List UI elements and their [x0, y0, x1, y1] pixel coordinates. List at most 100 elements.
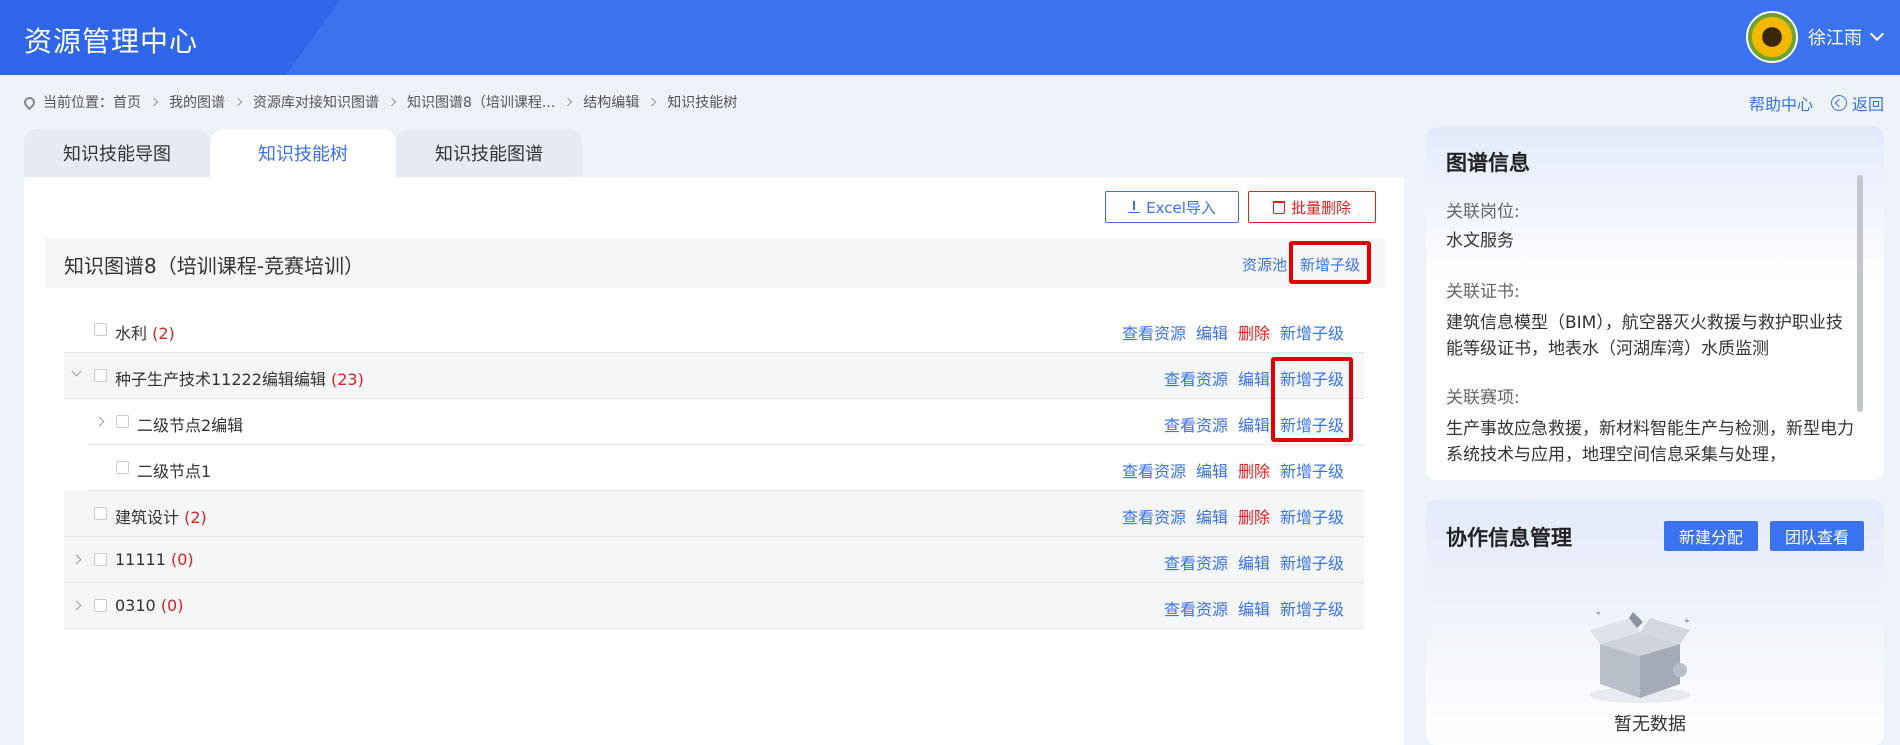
row-checkbox[interactable]	[94, 507, 107, 520]
tree-row[interactable]: 0310 (0) 查看资源 编辑 新增子级	[64, 583, 1364, 629]
tab-skill-graph[interactable]: 知识技能图谱	[396, 129, 582, 177]
app-header: 资源管理中心 徐江雨	[0, 0, 1900, 75]
resource-pool-link[interactable]: 资源池	[1242, 254, 1287, 275]
row-checkbox[interactable]	[94, 553, 107, 566]
back-label[interactable]: 返回	[1852, 91, 1884, 115]
view-resources-link[interactable]: 查看资源	[1122, 458, 1186, 482]
edit-link[interactable]: 编辑	[1238, 596, 1270, 620]
chevron-down-icon[interactable]	[1869, 26, 1885, 42]
tab-skill-map[interactable]: 知识技能导图	[24, 129, 210, 177]
node-label: 种子生产技术11222编辑编辑 (23)	[115, 370, 364, 389]
edit-link[interactable]: 编辑	[1196, 320, 1228, 344]
row-checkbox[interactable]	[94, 369, 107, 382]
cert-label: 关联证书:	[1446, 282, 1520, 302]
back-icon[interactable]	[1830, 95, 1847, 111]
help-center-link[interactable]: 帮助中心	[1749, 91, 1813, 115]
delete-link[interactable]: 删除	[1238, 320, 1270, 344]
tree-row[interactable]: 二级节点2编辑 查看资源 编辑 新增子级	[88, 399, 1364, 445]
user-name[interactable]: 徐江雨	[1808, 24, 1862, 50]
chevron-right-icon	[233, 97, 243, 107]
node-label: 水利 (2)	[115, 324, 175, 343]
row-checkbox[interactable]	[94, 323, 107, 336]
node-label: 二级节点2编辑	[137, 416, 244, 435]
delete-link[interactable]: 删除	[1238, 458, 1270, 482]
trash-icon	[1272, 200, 1285, 214]
breadcrumb-item-current: 知识技能树	[667, 95, 738, 111]
breadcrumb-item-structure[interactable]: 结构编辑	[583, 92, 639, 112]
view-resources-link[interactable]: 查看资源	[1164, 366, 1228, 390]
breadcrumb-prefix: 当前位置：	[43, 95, 113, 111]
node-label: 0310 (0)	[115, 596, 184, 615]
chevron-right-icon[interactable]	[94, 416, 105, 427]
chevron-right-icon	[387, 97, 397, 107]
delete-link[interactable]: 删除	[1238, 504, 1270, 528]
edit-link[interactable]: 编辑	[1196, 458, 1228, 482]
chevron-right-icon[interactable]	[71, 554, 82, 565]
back-link[interactable]: 返回	[1830, 91, 1884, 115]
empty-state-text: 暂无数据	[1614, 714, 1686, 735]
highlight-box	[1271, 357, 1353, 442]
root-node-title: 知识图谱8（培训课程-竞赛培训）	[64, 254, 364, 278]
view-resources-link[interactable]: 查看资源	[1164, 412, 1228, 436]
row-checkbox[interactable]	[94, 599, 107, 612]
tree-row[interactable]: 水利 (2) 查看资源 编辑 删除 新增子级	[64, 307, 1364, 353]
edit-link[interactable]: 编辑	[1238, 550, 1270, 574]
chevron-right-icon	[149, 97, 159, 107]
edit-link[interactable]: 编辑	[1196, 504, 1228, 528]
row-actions: 查看资源 编辑 删除 新增子级	[1122, 320, 1344, 344]
view-tabs: 知识技能导图 知识技能树 知识技能图谱	[24, 129, 582, 177]
tree-row[interactable]: 建筑设计 (2) 查看资源 编辑 删除 新增子级	[64, 491, 1364, 537]
graph-info-title: 图谱信息	[1446, 151, 1530, 175]
excel-import-label: Excel导入	[1146, 198, 1216, 217]
location-icon	[21, 94, 38, 110]
view-resources-link[interactable]: 查看资源	[1164, 550, 1228, 574]
breadcrumb: 当前位置： 首页 我的图谱 资源库对接知识图谱 知识图谱8（培训课程... 结构…	[21, 92, 738, 112]
breadcrumb-item-home[interactable]: 首页	[113, 92, 141, 112]
view-resources-link[interactable]: 查看资源	[1164, 596, 1228, 620]
svg-text:✦: ✦	[1683, 617, 1691, 627]
batch-delete-button[interactable]: 批量删除	[1248, 191, 1376, 223]
row-checkbox[interactable]	[116, 461, 129, 474]
breadcrumb-item-graph[interactable]: 知识图谱8（培训课程...	[407, 92, 555, 112]
top-links: 帮助中心 返回	[1749, 91, 1884, 115]
excel-import-button[interactable]: Excel导入	[1105, 191, 1239, 223]
row-actions: 查看资源 编辑 新增子级	[1164, 596, 1344, 620]
cert-value: 建筑信息模型（BIM），航空器灭火救援与救护职业技能等级证书，地表水（河湖库湾）…	[1446, 313, 1843, 359]
tree-row[interactable]: 11111 (0) 查看资源 编辑 新增子级	[64, 537, 1364, 583]
highlight-box	[1289, 241, 1371, 284]
row-actions: 查看资源 编辑 新增子级	[1164, 550, 1344, 574]
view-resources-link[interactable]: 查看资源	[1122, 504, 1186, 528]
chevron-down-icon[interactable]	[71, 366, 82, 377]
avatar[interactable]	[1746, 11, 1798, 63]
scrollbar[interactable]	[1857, 175, 1863, 412]
add-child-link[interactable]: 新增子级	[1280, 458, 1344, 482]
user-menu[interactable]: 徐江雨	[1746, 11, 1885, 63]
node-label: 11111 (0)	[115, 550, 194, 569]
graph-info-panel: 图谱信息 关联岗位: 水文服务 关联证书: 建筑信息模型（BIM），航空器灭火救…	[1426, 127, 1884, 480]
breadcrumb-item-my-graphs[interactable]: 我的图谱	[169, 92, 225, 112]
breadcrumb-item-resource-graph[interactable]: 资源库对接知识图谱	[253, 92, 379, 112]
chevron-right-icon[interactable]	[71, 600, 82, 611]
comp-label: 关联赛项:	[1446, 388, 1520, 408]
tab-skill-tree[interactable]: 知识技能树	[210, 129, 396, 177]
view-resources-link[interactable]: 查看资源	[1122, 320, 1186, 344]
post-label: 关联岗位:	[1446, 202, 1520, 222]
tree-row[interactable]: 种子生产技术11222编辑编辑 (23) 查看资源 编辑 新增子级	[64, 353, 1364, 399]
app-title: 资源管理中心	[24, 25, 199, 58]
add-child-link[interactable]: 新增子级	[1280, 550, 1344, 574]
edit-link[interactable]: 编辑	[1238, 366, 1270, 390]
team-view-button[interactable]: 团队查看	[1770, 521, 1864, 551]
node-label: 二级节点1	[137, 462, 212, 481]
post-value: 水文服务	[1446, 231, 1514, 251]
add-child-link[interactable]: 新增子级	[1280, 504, 1344, 528]
tree-row[interactable]: 二级节点1 查看资源 编辑 删除 新增子级	[88, 445, 1364, 491]
node-label: 建筑设计 (2)	[115, 508, 207, 527]
add-child-link[interactable]: 新增子级	[1280, 596, 1344, 620]
new-assign-button[interactable]: 新建分配	[1664, 521, 1758, 551]
row-checkbox[interactable]	[116, 415, 129, 428]
chevron-right-icon	[564, 97, 573, 107]
batch-delete-label: 批量删除	[1290, 198, 1351, 217]
edit-link[interactable]: 编辑	[1238, 412, 1270, 436]
add-child-link[interactable]: 新增子级	[1280, 320, 1344, 344]
download-icon	[1128, 201, 1141, 213]
